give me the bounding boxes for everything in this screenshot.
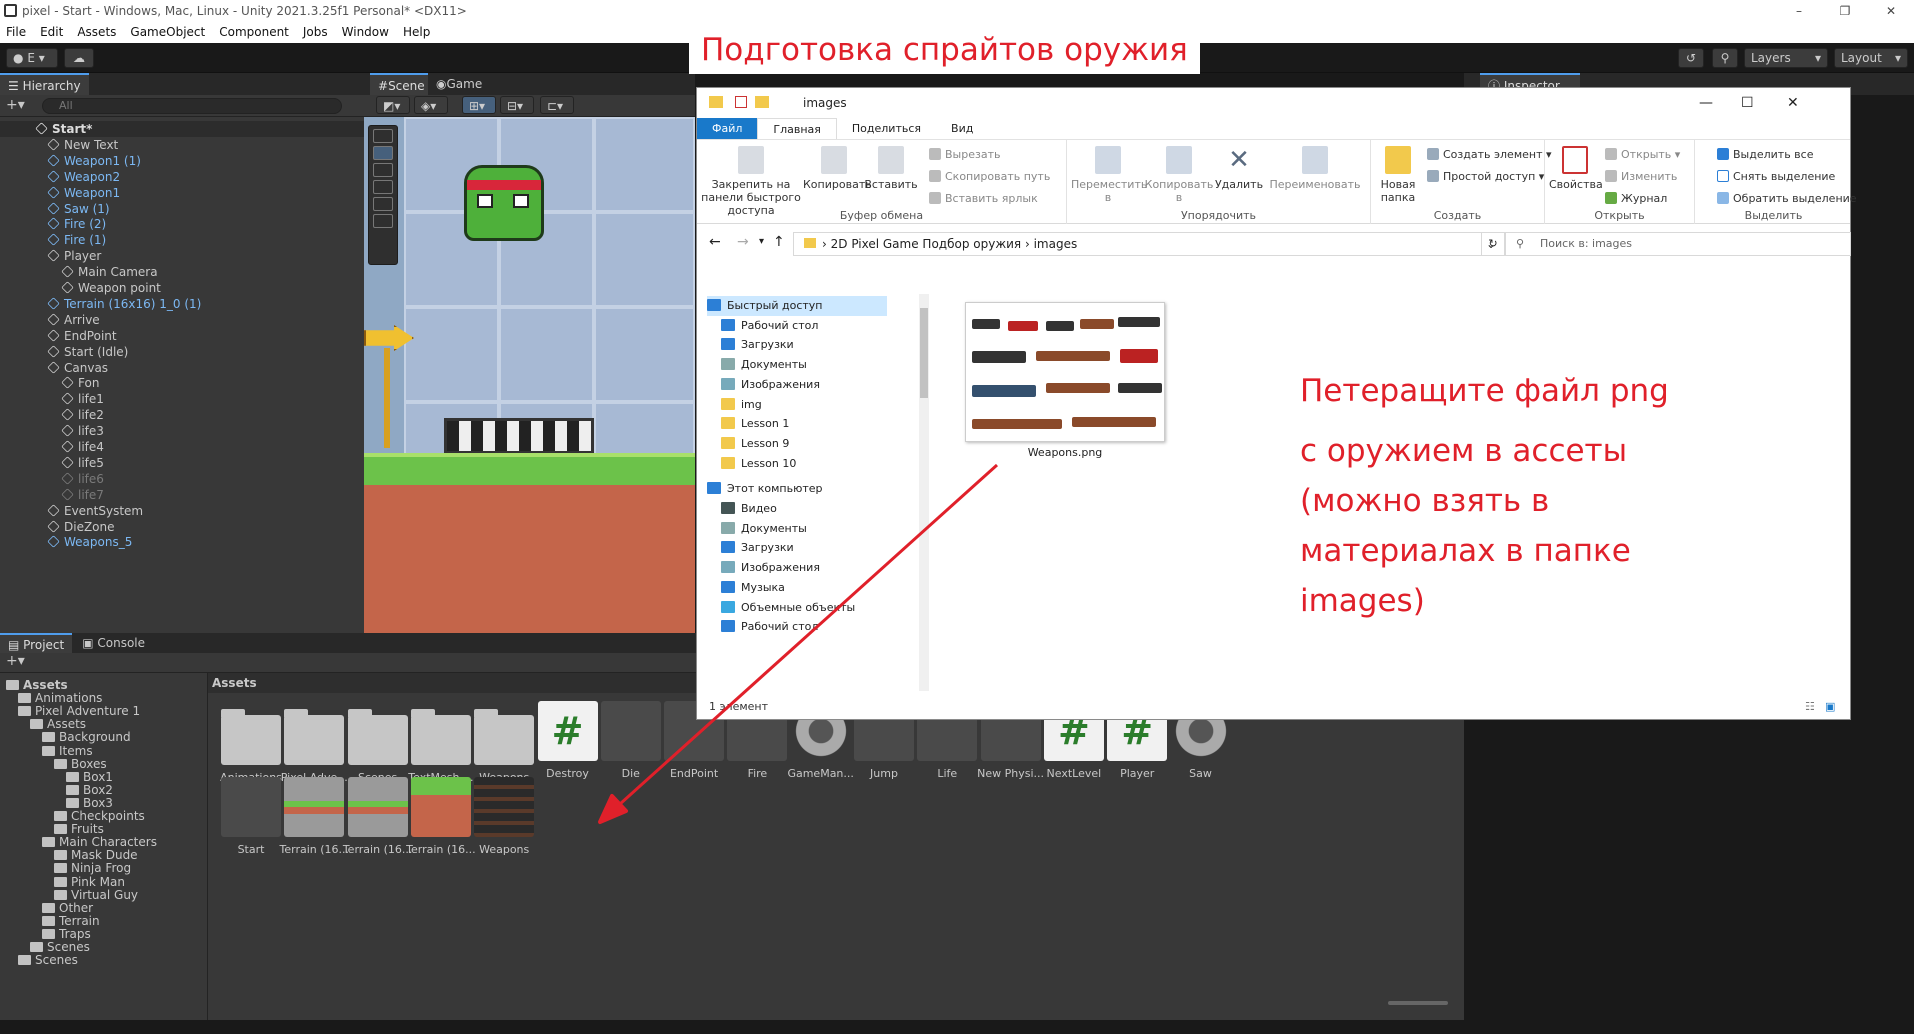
drag-arrow xyxy=(598,463,999,824)
